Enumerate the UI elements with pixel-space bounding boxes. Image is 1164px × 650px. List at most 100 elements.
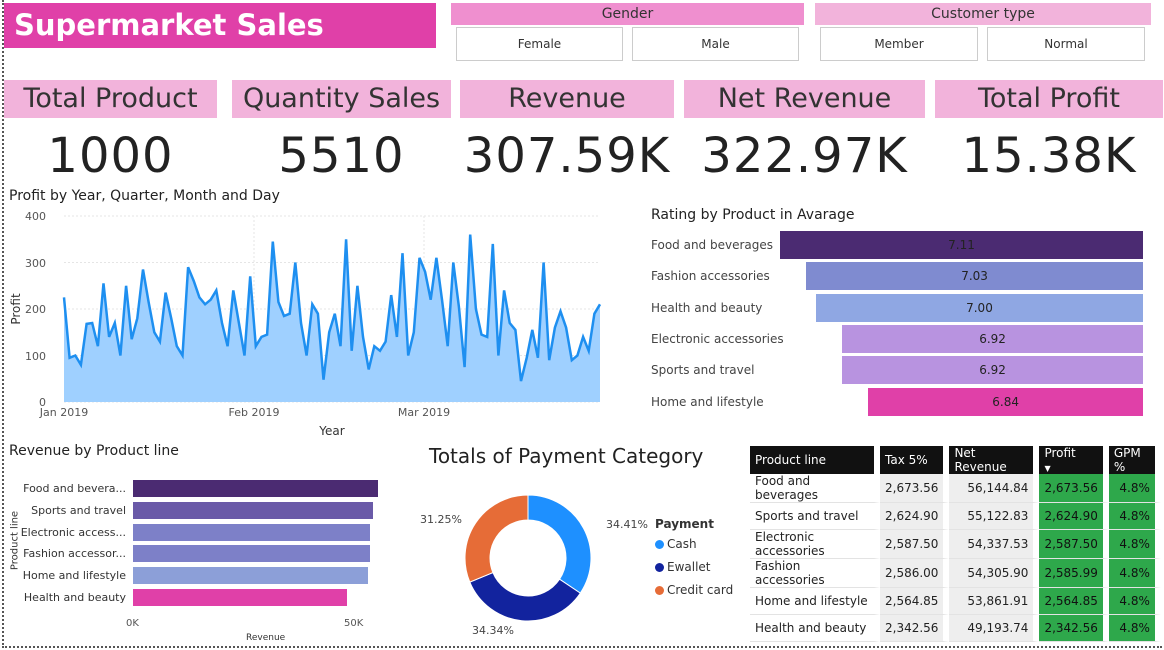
legend-dot-icon [655, 540, 664, 549]
rating-bar[interactable]: 7.00 [815, 293, 1143, 322]
revenue-category-label: Fashion accessor... [23, 547, 126, 561]
dashboard-title: Supermarket Sales Dashboard [4, 3, 436, 87]
kpi-total-profit-label: Total Profit [935, 80, 1163, 118]
table-cell: 2,342.56 [1039, 615, 1109, 642]
kpi-total-profit-value: 15.38K [961, 128, 1137, 184]
kpi-revenue-value: 307.59K [463, 128, 671, 184]
payment-donut-chart[interactable] [460, 490, 596, 626]
rating-category-label: Fashion accessories [651, 269, 770, 284]
table-header-profit[interactable]: Profit ▼ [1039, 446, 1109, 474]
rating-chart-title: Rating by Product in Avarage [651, 207, 855, 223]
customer-normal-button[interactable]: Normal [987, 27, 1145, 61]
revenue-bar[interactable] [133, 523, 370, 541]
table-cell: 53,861.91 [949, 588, 1040, 615]
rating-bar[interactable]: 7.03 [806, 262, 1143, 291]
table-row[interactable]: Food and beverages 2,673.56 56,144.84 2,673… [750, 474, 1161, 503]
rating-bar[interactable]: 6.84 [868, 387, 1143, 416]
table-cell: 4.8% [1108, 530, 1161, 559]
profit-x-axis-label: Year [318, 424, 344, 438]
table-row[interactable]: Health and beauty 2,342.56 49,193.74 2,342.… [750, 615, 1161, 642]
legend-dot-icon [655, 563, 664, 572]
legend-item[interactable]: Ewallet [655, 560, 711, 574]
rating-value-label: 7.03 [961, 269, 988, 284]
profit-y-tick: 300 [25, 257, 46, 270]
rating-value-label: 7.11 [948, 238, 975, 252]
table-header-tax[interactable]: Tax 5% [880, 446, 950, 474]
profit-area-chart[interactable]: 400 300 200 100 0 Jan 2019 Feb 2019 Mar … [0, 205, 620, 440]
kpi-net-revenue-label: Net Revenue [684, 80, 925, 118]
table-row[interactable]: Sports and travel 2,624.90 55,122.83 2,624.… [750, 503, 1161, 530]
table-cell: 4.8% [1108, 503, 1161, 530]
table-header-net-revenue[interactable]: Net Revenue [949, 446, 1040, 474]
legend-item[interactable]: Credit card [655, 583, 733, 597]
table-cell: Sports and travel [750, 503, 880, 530]
payment-legend-title: Payment [655, 517, 714, 531]
table-row[interactable]: Home and lifestyle 2,564.85 53,861.91 2,564… [750, 588, 1161, 615]
revenue-y-axis-label: Product line [9, 510, 21, 571]
legend-label: Ewallet [667, 560, 711, 574]
profit-header-label: Profit [1044, 446, 1076, 460]
customer-member-button[interactable]: Member [820, 27, 978, 61]
rating-category-label: Food and beverages [651, 238, 774, 252]
payment-label-credit-card: 31.25% [420, 513, 462, 526]
revenue-category-label: Electronic access... [20, 525, 126, 539]
revenue-category-label: Food and bevera... [23, 482, 126, 495]
table-cell: 2,624.90 [880, 503, 950, 530]
rating-value-label: 6.84 [992, 394, 1019, 409]
legend-label: Credit card [667, 583, 734, 597]
rating-value-label: 7.00 [966, 300, 993, 315]
sort-descending-icon: ▼ [1044, 464, 1051, 473]
product-line-table: Product line Tax 5% Net Revenue Profit ▼ … [750, 446, 1161, 642]
kpi-quantity-sales-label: Quantity Sales [232, 80, 451, 118]
table-cell: 4.8% [1108, 615, 1161, 642]
table-cell: 2,564.85 [1039, 588, 1109, 615]
revenue-bar[interactable] [133, 589, 348, 606]
table-cell: Home and lifestyle [750, 588, 880, 615]
customer-type-slicer-header: Customer type [815, 3, 1151, 25]
gender-slicer-header: Gender [451, 3, 804, 25]
table-cell: 2,587.50 [880, 530, 950, 559]
revenue-bar[interactable] [133, 545, 370, 563]
revenue-x-tick: 50K [344, 618, 364, 629]
table-cell: Electronic accessories [750, 530, 880, 559]
gender-female-button[interactable]: Female [456, 27, 623, 61]
table-cell: Health and beauty [750, 615, 880, 642]
table-cell: 2,586.00 [880, 559, 950, 588]
rating-bar[interactable]: 6.92 [842, 324, 1143, 353]
rating-category-label: Health and beauty [651, 300, 763, 315]
revenue-bar[interactable] [133, 567, 368, 585]
rating-category-label: Sports and travel [651, 363, 755, 378]
table-cell: 54,305.90 [949, 559, 1040, 588]
kpi-quantity-sales-value: 5510 [278, 128, 405, 184]
rating-bar[interactable]: 7.11 [780, 231, 1143, 259]
table-cell: 2,342.56 [880, 615, 950, 642]
revenue-bar[interactable] [133, 501, 374, 519]
table-header-product-line[interactable]: Product line [750, 446, 880, 474]
table-cell: 2,673.56 [1039, 474, 1109, 503]
rating-value-label: 6.92 [979, 363, 1006, 378]
gender-male-button[interactable]: Male [632, 27, 799, 61]
table-cell: 4.8% [1108, 474, 1161, 503]
kpi-revenue-label: Revenue [460, 80, 674, 118]
table-row[interactable]: Electronic accessories 2,587.50 54,337.53 2… [750, 530, 1161, 559]
donut-slice[interactable] [464, 494, 529, 583]
table-cell: 2,673.56 [880, 474, 950, 503]
profit-y-tick: 200 [25, 303, 46, 316]
revenue-bar[interactable] [133, 480, 378, 497]
rating-bar[interactable]: 6.92 [842, 356, 1143, 385]
donut-slice[interactable] [527, 494, 592, 594]
rating-category-label: Home and lifestyle [651, 394, 764, 409]
legend-item[interactable]: Cash [655, 537, 697, 551]
kpi-net-revenue-value: 322.97K [701, 128, 908, 184]
table-cell: 4.8% [1108, 588, 1161, 615]
revenue-x-tick: 0K [126, 618, 139, 629]
table-header-gpm[interactable]: GPM % [1108, 446, 1161, 474]
table-row[interactable]: Fashion accessories 2,586.00 54,305.90 2,58… [750, 559, 1161, 588]
rating-value-label: 6.92 [979, 331, 1006, 346]
profit-y-tick: 100 [25, 350, 46, 363]
table-cell: 49,193.74 [949, 615, 1040, 642]
profit-y-tick: 400 [25, 210, 46, 223]
profit-x-tick: Jan 2019 [39, 406, 88, 419]
revenue-category-label: Health and beauty [23, 591, 126, 604]
table-cell: Food and beverages [750, 474, 880, 503]
